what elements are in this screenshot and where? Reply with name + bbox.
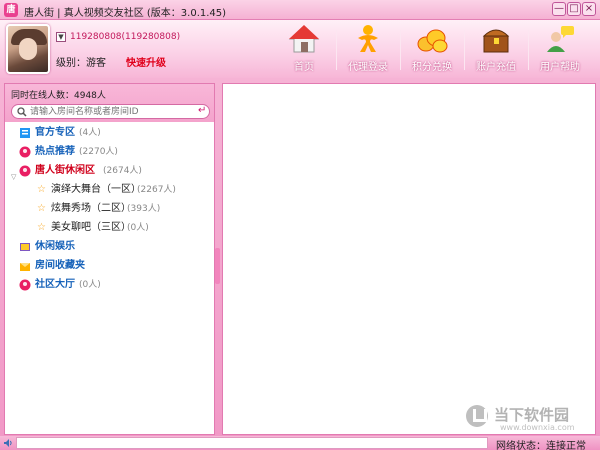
room-list-panel: 同时在线人数：4948人 ↵ 官方专区 (4人)	[4, 83, 215, 435]
tree-item-official-zone[interactable]: 官方专区 (4人)	[5, 124, 214, 142]
tree-item-count: (393人)	[127, 204, 161, 214]
title-bar[interactable]: 唐 唐人街 | 真人视频交友社区 (版本：3.0.1.45) — □ ×	[0, 0, 600, 20]
user-level: 级别：游客	[56, 58, 106, 69]
tree-item-label: 官方专区	[35, 127, 75, 138]
network-status: 网络状态：连接正常	[496, 441, 586, 450]
tree-item-dance-zone-2[interactable]: ☆ 炫舞秀场（二区） (393人)	[5, 200, 214, 218]
search-submit-icon[interactable]: ↵	[198, 105, 206, 116]
entertainment-icon	[20, 243, 30, 251]
tree-item-label: 热点推荐	[35, 146, 75, 157]
tree-item-favorites[interactable]: 房间收藏夹	[5, 257, 214, 275]
header: ▼ 119280808(119280808) 级别：游客 快速升级 首页 代理登…	[0, 20, 600, 78]
nav-help-button[interactable]: 用户帮助	[528, 24, 592, 74]
nav-help-label: 用户帮助	[540, 62, 580, 73]
nav-home-button[interactable]: 首页	[272, 24, 336, 74]
content-panel	[222, 83, 596, 435]
tree-item-label: 房间收藏夹	[35, 260, 85, 271]
treasure-chest-icon	[482, 29, 510, 53]
leisure-zone-icon	[19, 165, 31, 177]
tree-item-entertainment[interactable]: 休闲娱乐	[5, 238, 214, 256]
tree-item-hot-recommend[interactable]: 热点推荐 (2270人)	[5, 143, 214, 161]
home-icon	[288, 25, 320, 53]
broadcast-message-field[interactable]	[16, 437, 488, 449]
tree-item-count: (2270人)	[79, 147, 118, 157]
app-logo-icon: 唐	[4, 3, 18, 17]
tree-item-count: (4人)	[79, 128, 101, 138]
tree-item-leisure-zone[interactable]: ▽ 唐人街休闲区 (2674人)	[5, 162, 214, 181]
tree-item-count: (0人)	[79, 280, 101, 290]
user-id: 119280808(119280808)	[70, 32, 181, 42]
agent-login-icon	[358, 25, 378, 52]
close-button[interactable]: ×	[582, 2, 596, 16]
nav-points-exchange-label: 积分兑换	[412, 62, 452, 73]
hot-recommend-icon	[19, 146, 31, 158]
tree-item-label: 演绎大舞台（一区）	[51, 184, 141, 195]
star-icon: ☆	[37, 203, 46, 214]
window-title: 唐人街 | 真人视频交友社区 (版本：3.0.1.45)	[24, 8, 227, 19]
nav-recharge-button[interactable]: 账户充值	[464, 24, 528, 74]
coins-icon	[417, 29, 448, 53]
user-help-icon	[547, 26, 574, 52]
watermark-text: 当下软件园	[494, 406, 570, 424]
speaker-icon[interactable]	[3, 438, 13, 448]
room-search-box[interactable]: ↵	[11, 104, 210, 119]
nav-points-exchange-button[interactable]: 积分兑换	[400, 24, 464, 74]
tree-item-chat-zone-3[interactable]: ☆ 美女聊吧（三区） (0人)	[5, 219, 214, 237]
tree-item-label: 休闲娱乐	[35, 241, 75, 252]
main-window: 唐 唐人街 | 真人视频交友社区 (版本：3.0.1.45) — □ × ▼ 1…	[0, 0, 600, 450]
tree-item-stage-zone-1[interactable]: ☆ 演绎大舞台（一区） (2267人)	[5, 181, 214, 199]
watermark-url: www.downxia.com	[500, 423, 575, 432]
favorites-icon	[20, 263, 30, 271]
tree-item-count: (0人)	[127, 223, 149, 233]
star-icon: ☆	[37, 184, 46, 195]
tree-item-count: (2674人)	[103, 166, 142, 176]
avatar[interactable]	[6, 24, 50, 74]
quick-upgrade-link[interactable]: 快速升级	[126, 54, 166, 69]
status-dropdown[interactable]: ▼	[56, 32, 66, 42]
tree-item-count: (2267人)	[137, 185, 176, 195]
nav-home-label: 首页	[294, 62, 314, 73]
tree-item-label: 美女聊吧（三区）	[51, 222, 131, 233]
tree-item-community-hall[interactable]: 社区大厅 (0人)	[5, 276, 214, 294]
room-search-input[interactable]	[30, 106, 190, 118]
tree-item-label: 唐人街休闲区	[35, 165, 95, 176]
avatar-face	[19, 38, 37, 60]
online-count: 同时在线人数：4948人	[11, 91, 106, 101]
star-icon: ☆	[37, 222, 46, 233]
search-icon	[17, 107, 27, 117]
watermark-download-icon	[466, 405, 488, 427]
minimize-button[interactable]: —	[552, 2, 566, 16]
nav-agent-login-button[interactable]: 代理登录	[336, 24, 400, 74]
community-hall-icon	[19, 279, 31, 291]
tree-item-label: 炫舞秀场（二区）	[51, 203, 131, 214]
panel-splitter-handle[interactable]	[215, 248, 220, 284]
nav-recharge-label: 账户充值	[476, 62, 516, 73]
official-zone-icon	[20, 128, 30, 138]
tree-item-label: 社区大厅	[35, 279, 75, 290]
nav-agent-login-label: 代理登录	[348, 62, 388, 73]
room-list-header: 同时在线人数：4948人 ↵	[5, 84, 214, 122]
maximize-button[interactable]: □	[567, 2, 581, 16]
status-bar: 网络状态：连接正常	[0, 436, 600, 450]
